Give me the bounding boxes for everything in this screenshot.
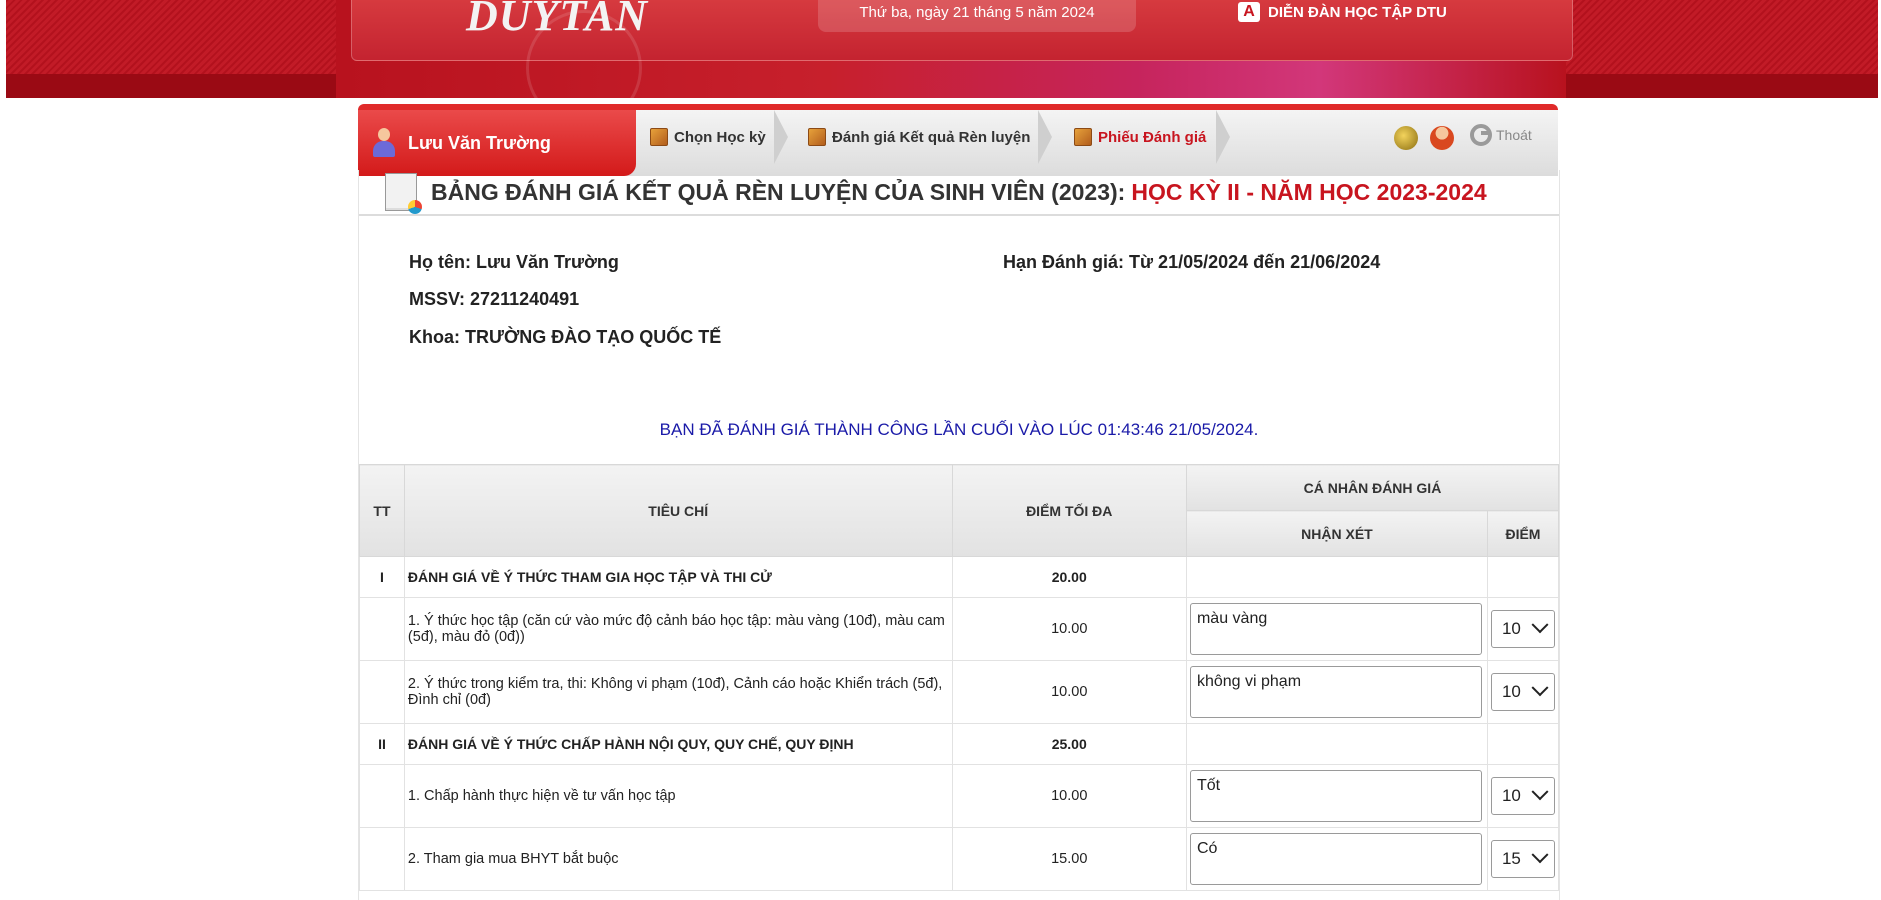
page-title: BẢNG ĐÁNH GIÁ KẾT QUẢ RÈN LUYỆN CỦA SINH… bbox=[431, 178, 1126, 205]
logout-button[interactable]: Thoát bbox=[1470, 124, 1532, 146]
nav-item-label: Phiếu Đánh giá bbox=[1098, 128, 1207, 146]
section-max-points: 25.00 bbox=[951, 723, 1187, 765]
criteria-text: 1. Ý thức học tập (căn cứ vào mức độ cản… bbox=[403, 597, 953, 661]
header-self-evaluation: CÁ NHÂN ĐÁNH GIÁ bbox=[1185, 464, 1560, 511]
chevron-down-icon bbox=[1531, 783, 1549, 801]
evaluation-panel: BẢNG ĐÁNH GIÁ KẾT QUẢ RÈN LUYỆN CỦA SINH… bbox=[358, 170, 1560, 900]
criteria-row: 2. Ý thức trong kiểm tra, thi: Không vi … bbox=[359, 660, 1560, 724]
header-max-points: ĐIỂM TỐI ĐA bbox=[951, 464, 1187, 557]
logout-label: Thoát bbox=[1496, 127, 1532, 143]
calendar-icon bbox=[1074, 128, 1092, 146]
section-row: I ĐÁNH GIÁ VỀ Ý THỨC THAM GIA HỌC TẬP VÀ… bbox=[359, 556, 1560, 598]
points-value: 10 bbox=[1501, 619, 1521, 638]
calendar-icon bbox=[650, 128, 668, 146]
university-logo[interactable]: DUYTAN bbox=[466, 0, 648, 41]
user-tab[interactable]: Lưu Văn Trường bbox=[358, 110, 636, 176]
criteria-row: 1. Ý thức học tập (căn cứ vào mức độ cản… bbox=[359, 597, 1560, 661]
student-name: Họ tên: Lưu Văn Trường bbox=[409, 252, 619, 273]
criteria-text: 1. Chấp hành thực hiện về tư vấn học tập bbox=[403, 764, 953, 828]
criteria-text: 2. Ý thức trong kiểm tra, thi: Không vi … bbox=[403, 660, 953, 724]
deadline-value: Từ 21/05/2024 đến 21/06/2024 bbox=[1129, 252, 1381, 272]
nav-item-label: Đánh giá Kết quả Rèn luyện bbox=[832, 128, 1031, 146]
header-tt: TT bbox=[359, 464, 405, 557]
points-value: 10 bbox=[1501, 786, 1521, 805]
header-points: ĐIỂM bbox=[1486, 510, 1560, 557]
points-select[interactable]: 10 bbox=[1490, 673, 1555, 711]
student-id: MSSV: 27211240491 bbox=[409, 289, 579, 310]
student-name-label: Họ tên: bbox=[409, 252, 471, 272]
chevron-down-icon bbox=[1531, 616, 1549, 634]
section-max-points: 20.00 bbox=[951, 556, 1187, 598]
section-title: ĐÁNH GIÁ VỀ Ý THỨC CHẤP HÀNH NỘI QUY, QU… bbox=[403, 723, 953, 765]
profile-icon[interactable] bbox=[1430, 126, 1454, 150]
points-value: 15 bbox=[1501, 849, 1521, 868]
comment-textarea[interactable]: Tốt bbox=[1189, 770, 1482, 822]
main-nav: Lưu Văn Trường Chọn Học kỳ Đánh giá Kết … bbox=[358, 104, 1558, 176]
nav-evaluate-results[interactable]: Đánh giá Kết quả Rèn luyện bbox=[800, 110, 1030, 164]
evaluation-deadline: Hạn Đánh giá: Từ 21/05/2024 đến 21/06/20… bbox=[1003, 252, 1380, 273]
nav-separator bbox=[1216, 110, 1230, 164]
nav-evaluation-form[interactable]: Phiếu Đánh giá bbox=[1066, 110, 1206, 164]
comment-textarea[interactable]: không vi phạm bbox=[1189, 666, 1482, 718]
forum-link[interactable]: A DIỄN ĐÀN HỌC TẬP DTU bbox=[1238, 2, 1447, 22]
page-term: HỌC KỲ II - NĂM HỌC 2023-2024 bbox=[1131, 178, 1487, 205]
header-criteria: TIÊU CHÍ bbox=[403, 464, 953, 557]
criteria-row: 1. Chấp hành thực hiện về tư vấn học tập… bbox=[359, 764, 1560, 828]
comment-textarea[interactable]: Có bbox=[1189, 833, 1482, 885]
criteria-max-points: 15.00 bbox=[951, 827, 1187, 891]
report-icon bbox=[385, 173, 422, 214]
faculty-value: TRƯỜNG ĐÀO TẠO QUỐC TẾ bbox=[465, 327, 722, 347]
student-name-value: Lưu Văn Trường bbox=[476, 252, 619, 272]
faculty-label: Khoa: bbox=[409, 327, 460, 347]
user-name: Lưu Văn Trường bbox=[408, 132, 551, 153]
page-title-row: BẢNG ĐÁNH GIÁ KẾT QUẢ RÈN LUYỆN CỦA SINH… bbox=[359, 170, 1559, 216]
nav-separator bbox=[774, 110, 788, 164]
nav-choose-semester[interactable]: Chọn Học kỳ bbox=[642, 110, 766, 164]
section-number: II bbox=[359, 723, 405, 765]
header-comment: NHẬN XÉT bbox=[1185, 510, 1488, 557]
chevron-down-icon bbox=[1531, 679, 1549, 697]
current-date: Thứ ba, ngày 21 tháng 5 năm 2024 bbox=[818, 0, 1136, 32]
deadline-label: Hạn Đánh giá: bbox=[1003, 252, 1125, 272]
criteria-text: 2. Tham gia mua BHYT bắt buộc bbox=[403, 827, 953, 891]
section-title: ĐÁNH GIÁ VỀ Ý THỨC THAM GIA HỌC TẬP VÀ T… bbox=[403, 556, 953, 598]
user-avatar-icon bbox=[372, 128, 396, 158]
student-faculty: Khoa: TRƯỜNG ĐÀO TẠO QUỐC TẾ bbox=[409, 327, 721, 348]
points-select[interactable]: 10 bbox=[1490, 777, 1555, 815]
nav-separator bbox=[1038, 110, 1052, 164]
forum-link-label: DIỄN ĐÀN HỌC TẬP DTU bbox=[1268, 3, 1447, 21]
criteria-max-points: 10.00 bbox=[951, 764, 1187, 828]
calendar-icon bbox=[808, 128, 826, 146]
top-banner: DUYTAN Thứ ba, ngày 21 tháng 5 năm 2024 … bbox=[6, 0, 1878, 98]
points-select[interactable]: 10 bbox=[1490, 610, 1555, 648]
criteria-max-points: 10.00 bbox=[951, 660, 1187, 724]
criteria-max-points: 10.00 bbox=[951, 597, 1187, 661]
section-row: II ĐÁNH GIÁ VỀ Ý THỨC CHẤP HÀNH NỘI QUY,… bbox=[359, 723, 1560, 765]
criteria-row: 2. Tham gia mua BHYT bắt buộc 15.00 Có 1… bbox=[359, 827, 1560, 891]
points-select[interactable]: 15 bbox=[1490, 840, 1555, 878]
evaluation-table: TT TIÊU CHÍ ĐIỂM TỐI ĐA CÁ NHÂN ĐÁNH GIÁ… bbox=[359, 464, 1560, 891]
success-message: BẠN ĐÃ ĐÁNH GIÁ THÀNH CÔNG LẦN CUỐI VÀO … bbox=[659, 420, 1259, 439]
logout-icon bbox=[1470, 124, 1492, 146]
nav-item-label: Chọn Học kỳ bbox=[674, 128, 766, 146]
section-number: I bbox=[359, 556, 405, 598]
chevron-down-icon bbox=[1531, 846, 1549, 864]
forum-logo-icon: A bbox=[1238, 2, 1260, 22]
student-id-label: MSSV: bbox=[409, 289, 466, 309]
comment-textarea[interactable]: màu vàng bbox=[1189, 603, 1482, 655]
settings-icon[interactable] bbox=[1394, 126, 1418, 150]
points-value: 10 bbox=[1501, 682, 1521, 701]
student-id-value: 27211240491 bbox=[470, 289, 580, 309]
